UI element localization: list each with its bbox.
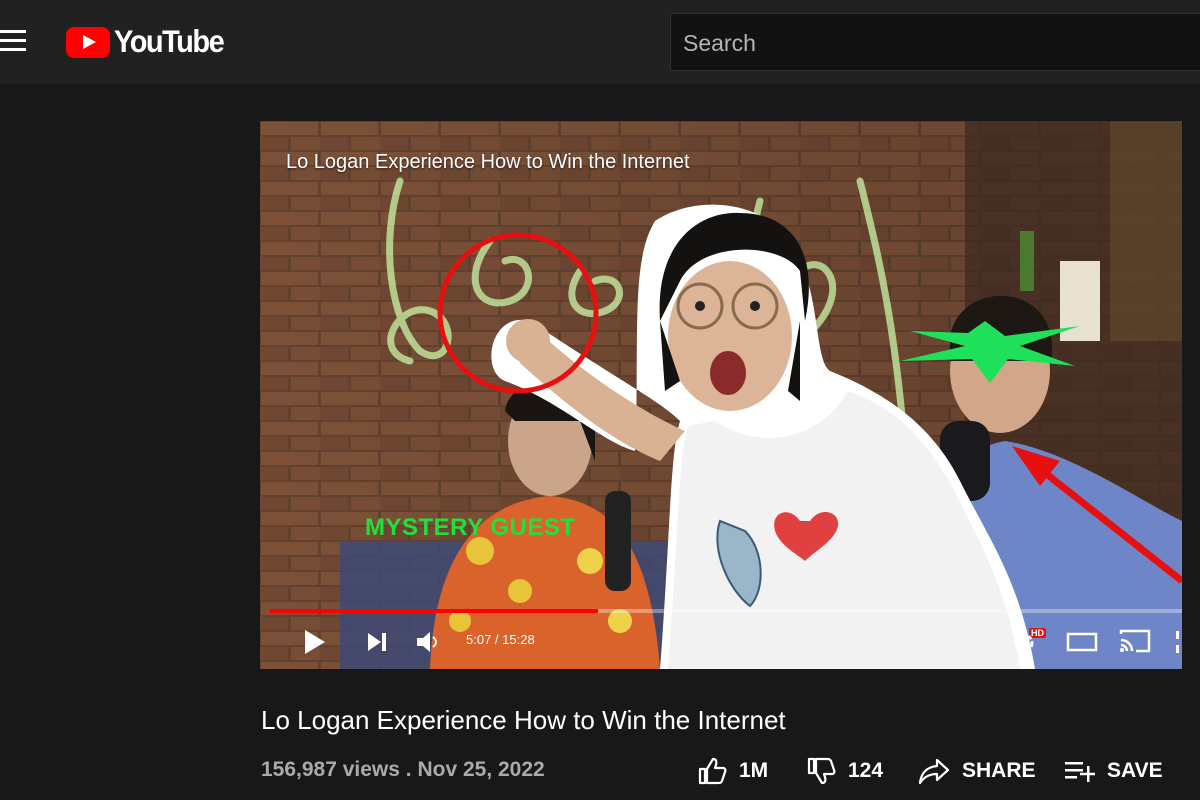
save-icon <box>1065 762 1095 782</box>
video-thumbnail-scene <box>260 121 1182 669</box>
video-title: Lo Logan Experience How to Win the Inter… <box>261 705 786 735</box>
share-button[interactable]: SHARE <box>918 754 1036 788</box>
progress-fill <box>270 609 599 613</box>
player-overlay-title: Lo Logan Experience How to Win the Inter… <box>286 151 690 173</box>
cast-icon[interactable] <box>1118 628 1152 654</box>
search-box[interactable] <box>670 13 1200 72</box>
next-icon[interactable] <box>366 631 388 653</box>
share-label: SHARE <box>962 759 1036 782</box>
thumbnail-caption: MYSTERY GUEST <box>365 514 576 541</box>
like-count: 1M <box>739 759 769 782</box>
top-bar: YouTube <box>0 0 1200 84</box>
settings-icon[interactable] <box>1012 631 1036 655</box>
like-button[interactable]: 1M <box>697 754 768 788</box>
logo-text: YouTube <box>114 23 225 60</box>
dislike-count: 124 <box>848 759 884 782</box>
play-icon[interactable] <box>303 629 327 655</box>
save-button[interactable]: SAVE <box>1063 754 1163 788</box>
like-icon <box>698 757 727 785</box>
video-player[interactable]: Lo Logan Experience How to Win the Inter… <box>260 121 1182 669</box>
time-display: 5:07 / 15:28 <box>466 632 535 647</box>
progress-bar[interactable] <box>270 609 1182 613</box>
fullscreen-icon[interactable] <box>1174 629 1182 655</box>
dislike-button[interactable]: 124 <box>806 754 883 788</box>
volume-icon[interactable] <box>415 629 441 655</box>
video-meta: 156,987 views . Nov 25, 2022 <box>261 758 545 781</box>
menu-icon[interactable] <box>0 30 26 52</box>
share-icon <box>918 758 950 785</box>
search-input[interactable] <box>671 14 1200 72</box>
theater-icon[interactable] <box>1066 631 1098 653</box>
youtube-logo-icon <box>66 26 110 58</box>
youtube-logo[interactable]: YouTube <box>66 23 225 60</box>
save-label: SAVE <box>1107 759 1163 782</box>
dislike-icon <box>807 757 836 785</box>
